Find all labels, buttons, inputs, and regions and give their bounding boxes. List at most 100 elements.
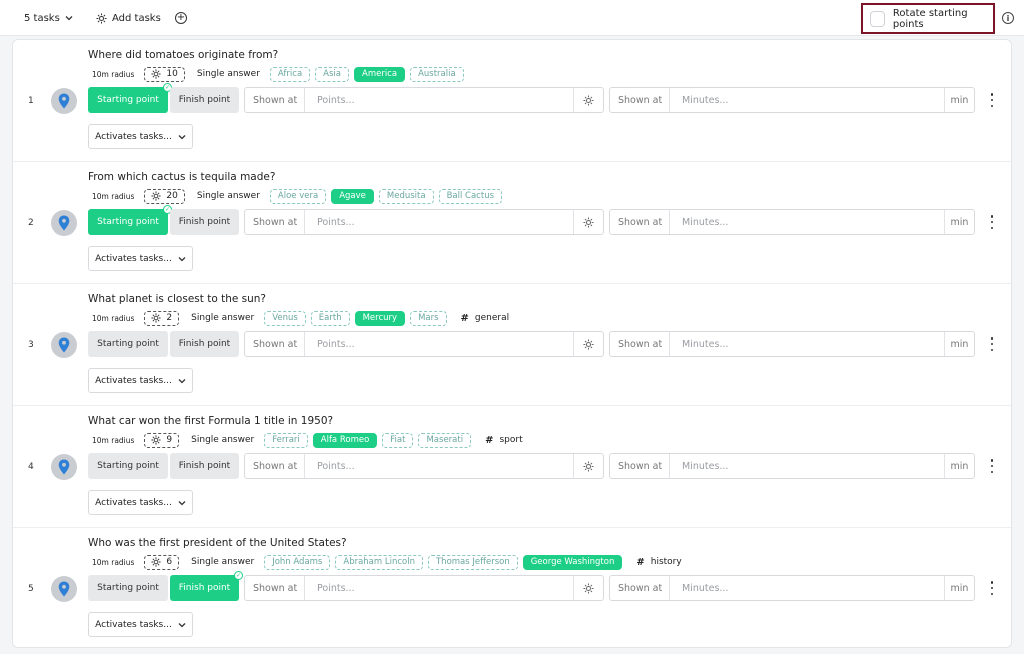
finish-point-button[interactable]: Finish point <box>170 87 239 113</box>
finish-point-button[interactable]: Finish point ✓ <box>170 571 243 601</box>
answer-option[interactable]: Fiat <box>382 432 414 448</box>
task-meta: 10m radius 6 Single answer John Adams Abr… <box>88 554 682 570</box>
location-pin-button[interactable] <box>51 576 77 602</box>
minutes-input[interactable]: Minutes... <box>670 583 944 594</box>
task-question: What planet is closest to the sun? <box>88 293 267 305</box>
info-icon[interactable]: i <box>1002 12 1014 24</box>
starting-point-label: Starting point <box>97 339 159 349</box>
more-options-icon[interactable] <box>988 581 996 595</box>
location-pin-button[interactable] <box>51 454 77 480</box>
answer-option[interactable]: Mercury <box>354 310 406 326</box>
points-input[interactable]: Points... <box>305 217 573 228</box>
points-badge[interactable]: 6 <box>144 554 180 570</box>
points-input[interactable]: Points... <box>305 339 573 350</box>
answer-option[interactable]: Maserati <box>418 432 472 448</box>
minutes-field[interactable]: Shown at Minutes... min <box>609 575 975 601</box>
task-tag[interactable]: # general <box>461 313 510 324</box>
task-meta: 10m radius 9 Single answer Ferrari Alfa R… <box>88 432 523 448</box>
answer-option[interactable]: Ferrari <box>264 432 308 448</box>
points-field[interactable]: Shown at Points... <box>244 331 604 357</box>
answer-option[interactable]: Venus <box>264 310 306 326</box>
minutes-input[interactable]: Minutes... <box>670 217 944 228</box>
activates-tasks-dropdown[interactable]: Activates tasks... <box>88 612 193 637</box>
tasks-count-dropdown[interactable]: 5 tasks <box>24 0 73 36</box>
answer-option[interactable]: Asia <box>315 66 349 82</box>
points-badge[interactable]: 20 <box>144 188 185 204</box>
minutes-shown-at-label: Shown at <box>610 332 670 356</box>
minutes-input[interactable]: Minutes... <box>670 461 944 472</box>
rotate-checkbox[interactable] <box>870 10 885 27</box>
starting-point-button[interactable]: Starting point <box>88 331 168 357</box>
minutes-field[interactable]: Shown at Minutes... min <box>609 209 975 235</box>
answer-option[interactable]: Aloe vera <box>269 188 327 204</box>
location-pin-button[interactable] <box>51 210 77 236</box>
points-field[interactable]: Shown at Points... <box>244 453 604 479</box>
answer-option[interactable]: Australia <box>410 66 464 82</box>
sparkle-icon <box>573 332 603 356</box>
sparkle-icon <box>573 210 603 234</box>
answer-option[interactable]: Abraham Lincoln <box>335 554 423 570</box>
activates-tasks-dropdown[interactable]: Activates tasks... <box>88 490 193 515</box>
task-question: What car won the first Formula 1 title i… <box>88 415 334 427</box>
answer-option[interactable]: Mars <box>410 310 447 326</box>
min-unit-label: min <box>944 210 974 234</box>
points-badge[interactable]: 2 <box>144 310 180 326</box>
activates-tasks-label: Activates tasks... <box>95 375 172 386</box>
location-pin-button[interactable] <box>51 88 77 114</box>
points-badge[interactable]: 10 <box>144 66 185 82</box>
points-input[interactable]: Points... <box>305 461 573 472</box>
answer-option[interactable]: Medusita <box>378 188 434 204</box>
chevron-down-icon <box>178 622 186 628</box>
activates-tasks-dropdown[interactable]: Activates tasks... <box>88 368 193 393</box>
more-options-icon[interactable] <box>988 93 996 107</box>
minutes-shown-at-label: Shown at <box>610 88 670 112</box>
starting-point-label: Starting point <box>97 461 159 471</box>
sparkle-icon <box>151 557 162 567</box>
minutes-shown-at-label: Shown at <box>610 576 670 600</box>
minutes-input[interactable]: Minutes... <box>670 95 944 106</box>
activates-tasks-label: Activates tasks... <box>95 131 172 142</box>
more-options-icon[interactable] <box>988 215 996 229</box>
minutes-field[interactable]: Shown at Minutes... min <box>609 453 975 479</box>
points-input[interactable]: Points... <box>305 583 573 594</box>
task-tag[interactable]: # history <box>636 557 681 568</box>
minutes-input[interactable]: Minutes... <box>670 339 944 350</box>
sparkle-icon <box>573 88 603 112</box>
points-field[interactable]: Shown at Points... <box>244 87 604 113</box>
minutes-shown-at-label: Shown at <box>610 210 670 234</box>
answer-option[interactable]: John Adams <box>264 554 331 570</box>
points-input[interactable]: Points... <box>305 95 573 106</box>
location-pin-button[interactable] <box>51 332 77 358</box>
answer-option[interactable]: Alfa Romeo <box>312 432 378 448</box>
rotate-starting-points-toggle[interactable]: Rotate starting points <box>861 3 995 34</box>
add-tasks-button[interactable]: Add tasks <box>96 0 161 36</box>
activates-tasks-dropdown[interactable]: Activates tasks... <box>88 124 193 149</box>
task-tag[interactable]: # sport <box>485 435 523 446</box>
more-options-icon[interactable] <box>988 337 996 351</box>
points-badge[interactable]: 9 <box>144 432 180 448</box>
activates-tasks-dropdown[interactable]: Activates tasks... <box>88 246 193 271</box>
answer-option[interactable]: Agave <box>331 188 374 204</box>
starting-point-button[interactable]: Starting point ✓ <box>88 205 172 235</box>
minutes-field[interactable]: Shown at Minutes... min <box>609 331 975 357</box>
starting-point-button[interactable]: Starting point <box>88 453 168 479</box>
points-value: 10 <box>166 69 178 79</box>
points-field[interactable]: Shown at Points... <box>244 575 604 601</box>
add-new-button[interactable]: + <box>175 0 187 36</box>
answer-option[interactable]: Earth <box>310 310 350 326</box>
starting-point-button[interactable]: Starting point <box>88 575 168 601</box>
more-options-icon[interactable] <box>988 459 996 473</box>
answer-option[interactable]: Ball Cactus <box>438 188 503 204</box>
answer-option[interactable]: America <box>354 66 406 82</box>
answer-option[interactable]: Africa <box>269 66 311 82</box>
finish-point-button[interactable]: Finish point <box>170 331 239 357</box>
finish-point-button[interactable]: Finish point <box>170 209 239 235</box>
answer-option[interactable]: George Washington <box>522 554 623 570</box>
finish-point-button[interactable]: Finish point <box>170 453 239 479</box>
chevron-down-icon <box>178 256 186 262</box>
points-field[interactable]: Shown at Points... <box>244 209 604 235</box>
task-row: 4 What car won the first Formula 1 title… <box>13 406 1011 528</box>
answer-option[interactable]: Thomas Jefferson <box>427 554 518 570</box>
minutes-field[interactable]: Shown at Minutes... min <box>609 87 975 113</box>
starting-point-button[interactable]: Starting point ✓ <box>88 83 172 113</box>
